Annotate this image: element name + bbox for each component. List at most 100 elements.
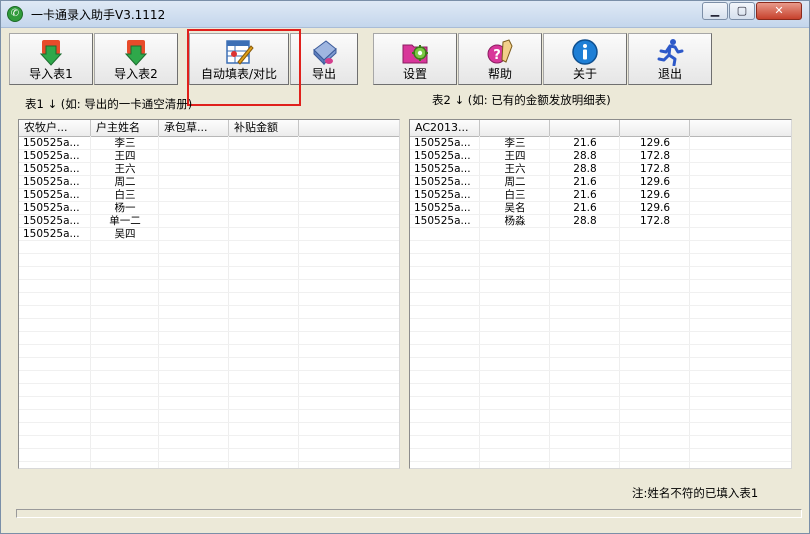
table-cell <box>233 215 295 228</box>
about-label: 关于 <box>572 67 597 81</box>
table-cell: 150525a... <box>23 215 80 227</box>
table-cell: 王四 <box>504 150 526 162</box>
table-row[interactable]: 150525a... 王四 <box>19 150 399 163</box>
table-cell <box>233 176 295 189</box>
table-cell <box>163 150 225 163</box>
close-button[interactable]: ✕ <box>756 2 802 20</box>
table-cell <box>233 163 295 176</box>
grid-line <box>19 357 399 358</box>
table-cell: 172.8 <box>639 163 671 175</box>
table-row[interactable]: 150525a... 王六 28.8 172.8 <box>410 163 791 176</box>
table1-column-header[interactable]: 补贴金额 <box>229 120 299 136</box>
table-cell: 150525a... <box>414 176 471 188</box>
eraser-export-icon <box>313 40 337 66</box>
grid-line <box>19 331 399 332</box>
table-row[interactable]: 150525a... 单一二 <box>19 215 399 228</box>
grid-line <box>410 331 791 332</box>
app-window: ✆ 一卡通录入助手V3.1112 ▁ ▢ ✕ 导入表1 导入表2 自动填表/对比… <box>0 0 810 534</box>
table2-caption: 表2 ↓ (如: 已有的金额发放明细表) <box>432 93 611 107</box>
table-row[interactable]: 150525a... 周二 <box>19 176 399 189</box>
table-cell: 吴名 <box>504 202 526 214</box>
table-cell: 21.6 <box>573 202 597 214</box>
table-row[interactable]: 150525a... 李三 <box>19 137 399 150</box>
grid-line <box>19 409 399 410</box>
table-row[interactable]: 150525a... 王六 <box>19 163 399 176</box>
grid-line <box>410 266 791 267</box>
grid-line <box>19 422 399 423</box>
grid-line <box>19 279 399 280</box>
grid-line <box>410 448 791 449</box>
table-row[interactable]: 150525a... 吴四 <box>19 228 399 241</box>
grid-line <box>19 448 399 449</box>
table-cell: 150525a... <box>23 150 80 162</box>
help-pen-icon: ? <box>487 39 513 64</box>
table-cell <box>233 150 295 163</box>
table-cell: 28.8 <box>573 163 597 175</box>
table-cell: 王四 <box>114 150 136 162</box>
table2-column-header[interactable] <box>550 120 620 136</box>
gear-folder-icon <box>402 44 428 64</box>
help-label: 帮助 <box>487 67 512 81</box>
exit-button[interactable]: 退出 <box>628 33 712 85</box>
table2-column-header[interactable] <box>620 120 690 136</box>
grid-line <box>410 435 791 436</box>
table-cell: 李三 <box>114 137 136 149</box>
import-table1-button[interactable]: 导入表1 <box>9 33 93 85</box>
table-row[interactable]: 150525a... 周二 21.6 129.6 <box>410 176 791 189</box>
status-bar <box>16 509 802 518</box>
grid-line <box>410 357 791 358</box>
table2-grid[interactable]: AC2013... 150525a... 李三 21.6 129.6 150525a..… <box>409 119 792 469</box>
table2-column-header[interactable] <box>480 120 550 136</box>
table1-column-header[interactable]: 农牧户... <box>19 120 91 136</box>
title-bar[interactable]: ✆ 一卡通录入助手V3.1112 ▁ ▢ ✕ <box>1 1 809 28</box>
grid-line <box>410 318 791 319</box>
table1-column-header[interactable]: 户主姓名 <box>91 120 159 136</box>
window-title: 一卡通录入助手V3.1112 <box>31 8 166 22</box>
import-table2-button[interactable]: 导入表2 <box>94 33 178 85</box>
table-cell: 150525a... <box>23 202 80 214</box>
table1-caption: 表1 ↓ (如: 导出的一卡通空清册) <box>25 97 193 111</box>
table-cell <box>163 202 225 215</box>
table-row[interactable]: 150525a... 白三 <box>19 189 399 202</box>
maximize-button[interactable]: ▢ <box>729 2 755 20</box>
footnote-text: 注:姓名不符的已填入表1 <box>632 486 759 500</box>
table-cell: 白三 <box>504 189 526 201</box>
table1-column-header[interactable]: 承包草... <box>159 120 229 136</box>
table-cell: 28.8 <box>573 150 597 162</box>
table-row[interactable]: 150525a... 李三 21.6 129.6 <box>410 137 791 150</box>
import-table2-label: 导入表2 <box>114 67 158 81</box>
table2-header: AC2013... <box>410 120 791 137</box>
table-cell: 150525a... <box>414 137 471 149</box>
table1-grid[interactable]: 农牧户... 户主姓名 承包草... 补贴金额 150525a... 李三 1505… <box>18 119 400 469</box>
info-icon <box>572 39 598 65</box>
minimize-button[interactable]: ▁ <box>702 2 728 20</box>
table2-column-header[interactable]: AC2013... <box>410 120 480 136</box>
table-row[interactable]: 150525a... 吴名 21.6 129.6 <box>410 202 791 215</box>
table-cell: 王六 <box>504 163 526 175</box>
settings-label: 设置 <box>402 67 427 81</box>
table-cell: 吴四 <box>114 228 136 240</box>
table-row[interactable]: 150525a... 杨淼 28.8 172.8 <box>410 215 791 228</box>
table-cell: 150525a... <box>414 189 471 201</box>
table-cell <box>233 189 295 202</box>
grid-line <box>410 422 791 423</box>
table-cell: 129.6 <box>639 189 671 201</box>
grid-line <box>410 383 791 384</box>
about-button[interactable]: 关于 <box>543 33 627 85</box>
app-logo-icon: ✆ <box>7 6 23 22</box>
exit-label: 退出 <box>657 67 682 81</box>
help-button[interactable]: ? 帮助 <box>458 33 542 85</box>
table-cell: 周二 <box>504 176 526 188</box>
settings-button[interactable]: 设置 <box>373 33 457 85</box>
grid-line <box>19 344 399 345</box>
grid-line <box>410 344 791 345</box>
table-cell: 172.8 <box>639 215 671 227</box>
table-cell <box>233 137 295 150</box>
green-arrow-down-icon <box>39 40 63 66</box>
table-row[interactable]: 150525a... 白三 21.6 129.6 <box>410 189 791 202</box>
table-row[interactable]: 150525a... 王四 28.8 172.8 <box>410 150 791 163</box>
table-row[interactable]: 150525a... 杨一 <box>19 202 399 215</box>
table-cell: 杨淼 <box>504 215 526 227</box>
grid-line <box>410 292 791 293</box>
grid-line <box>19 383 399 384</box>
